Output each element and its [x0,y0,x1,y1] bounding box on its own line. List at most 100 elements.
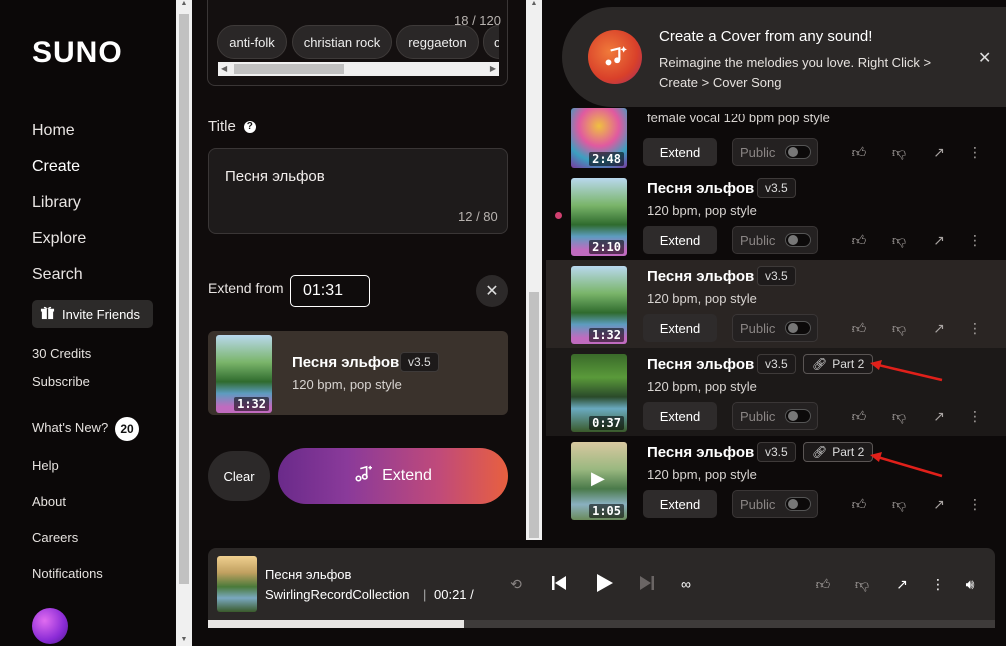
song-title[interactable]: Песня эльфов [647,356,754,373]
tag-chip[interactable]: reggaeton [396,25,479,59]
previous-track-icon[interactable] [548,572,570,594]
thumbs-up-icon[interactable]: 👍︎ [814,575,832,593]
player-song-title[interactable]: Песня эльфов [265,567,351,582]
toggle-switch[interactable] [785,145,811,159]
volume-icon[interactable]: 🔊︎ [961,575,979,593]
more-options-icon[interactable]: ⋮ [966,407,984,425]
next-track-icon[interactable] [636,572,658,594]
about-link[interactable]: About [32,494,66,509]
scroll-up-arrow-icon[interactable]: ▲ [528,0,540,7]
part-link-badge[interactable]: 🔗︎ Part 2 [803,442,874,462]
song-title[interactable]: Песня эльфов [647,180,754,197]
nav-create[interactable]: Create [32,158,80,176]
share-icon[interactable]: ↗ [930,231,948,249]
close-icon[interactable]: ✕ [978,48,991,68]
thumbs-up-icon[interactable]: 👍︎ [850,319,868,337]
play-overlay-icon[interactable]: ▶ [591,468,605,489]
song-title[interactable]: Песня эльфов [647,268,754,285]
nav-explore[interactable]: Explore [32,230,86,248]
song-title[interactable]: Песня эльфов [647,444,754,461]
scroll-down-arrow-icon[interactable]: ▼ [178,636,190,643]
player-thumbnail[interactable] [217,556,257,612]
help-link[interactable]: Help [32,458,59,473]
extend-button[interactable]: Extend [278,448,508,504]
extend-song-button[interactable]: Extend [643,402,717,430]
scroll-right-arrow-icon[interactable]: ▶ [490,64,496,73]
part-link-badge[interactable]: 🔗︎ Part 2 [803,354,874,374]
public-toggle[interactable]: Public [732,314,818,342]
extend-from-input[interactable] [290,275,370,307]
play-icon[interactable] [592,571,616,595]
extend-song-button[interactable]: Extend [643,490,717,518]
sidebar-scrollbar-thumb[interactable] [179,14,189,584]
title-char-count: 12 / 80 [458,209,498,224]
toggle-switch[interactable] [785,409,811,423]
more-options-icon[interactable]: ⋮ [929,575,947,593]
invite-friends-button[interactable]: Invite Friends [32,300,153,328]
public-toggle[interactable]: Public [732,402,818,430]
more-options-icon[interactable]: ⋮ [966,231,984,249]
tag-chip[interactable]: anti-folk [217,25,287,59]
credits-count[interactable]: 30 Credits [32,346,91,361]
more-options-icon[interactable]: ⋮ [966,143,984,161]
whats-new-link[interactable]: What's New? [32,420,108,435]
more-options-icon[interactable]: ⋮ [966,319,984,337]
selected-song-subtitle: 120 bpm, pop style [292,377,402,392]
toggle-switch[interactable] [785,321,811,335]
thumbs-down-icon[interactable]: 👎︎ [890,319,908,337]
thumbs-down-icon[interactable]: 👎︎ [890,143,908,161]
player-artist[interactable]: SwirlingRecordCollection [265,587,415,602]
more-options-icon[interactable]: ⋮ [966,495,984,513]
scroll-up-arrow-icon[interactable]: ▲ [178,0,190,7]
thumbs-down-icon[interactable]: 👎︎ [890,495,908,513]
share-icon[interactable]: ↗ [930,319,948,337]
share-icon[interactable]: ↗ [930,495,948,513]
extend-song-button[interactable]: Extend [643,314,717,342]
repeat-icon[interactable]: ⟲ [508,576,524,592]
thumbs-up-icon[interactable]: 👍︎ [850,143,868,161]
link-icon[interactable]: ∞ [676,574,696,594]
song-thumbnail[interactable]: 0:37 [571,354,627,432]
toggle-switch[interactable] [785,497,811,511]
thumbs-up-icon[interactable]: 👍︎ [850,495,868,513]
scroll-left-arrow-icon[interactable]: ◀ [221,64,227,73]
nav-search[interactable]: Search [32,266,83,284]
sidebar-scrollbar[interactable] [176,0,192,646]
share-icon[interactable]: ↗ [893,575,911,593]
careers-link[interactable]: Careers [32,530,78,545]
tags-horizontal-scrollbar[interactable]: ◀ ▶ [218,62,499,76]
public-toggle[interactable]: Public [732,226,818,254]
clear-button[interactable]: Clear [208,451,270,501]
thumbs-up-icon[interactable]: 👍︎ [850,231,868,249]
thumbs-up-icon[interactable]: 👍︎ [850,407,868,425]
create-panel-scrollbar-thumb[interactable] [529,292,539,538]
share-icon[interactable]: ↗ [930,143,948,161]
thumbs-down-icon[interactable]: 👎︎ [890,407,908,425]
avatar[interactable] [32,608,68,644]
nav-home[interactable]: Home [32,122,75,140]
tags-scrollbar-thumb[interactable] [234,64,344,74]
extend-song-button[interactable]: Extend [643,226,717,254]
toggle-switch[interactable] [785,233,811,247]
close-icon[interactable]: ✕ [476,275,508,307]
question-icon[interactable]: ? [243,120,256,133]
share-icon[interactable]: ↗ [930,407,948,425]
song-duration: 0:37 [589,416,624,430]
title-input-value[interactable]: Песня эльфов [225,168,325,185]
extend-song-button[interactable]: Extend [643,138,717,166]
thumbs-down-icon[interactable]: 👎︎ [890,231,908,249]
song-thumbnail[interactable]: 2:48 [571,108,627,168]
song-thumbnail[interactable]: ▶ 1:05 [571,442,627,520]
playback-progress[interactable] [208,620,995,628]
subscribe-link[interactable]: Subscribe [32,374,90,389]
tag-chip[interactable]: christian rock [292,25,392,59]
thumbs-down-icon[interactable]: 👎︎ [853,575,871,593]
suno-logo[interactable]: SUNO [32,36,123,70]
song-thumbnail[interactable]: 2:10 [571,178,627,256]
create-panel-scrollbar[interactable] [526,0,542,540]
song-thumbnail[interactable]: 1:32 [571,266,627,344]
nav-library[interactable]: Library [32,194,81,212]
notifications-link[interactable]: Notifications [32,566,103,581]
public-toggle[interactable]: Public [732,138,818,166]
public-toggle[interactable]: Public [732,490,818,518]
